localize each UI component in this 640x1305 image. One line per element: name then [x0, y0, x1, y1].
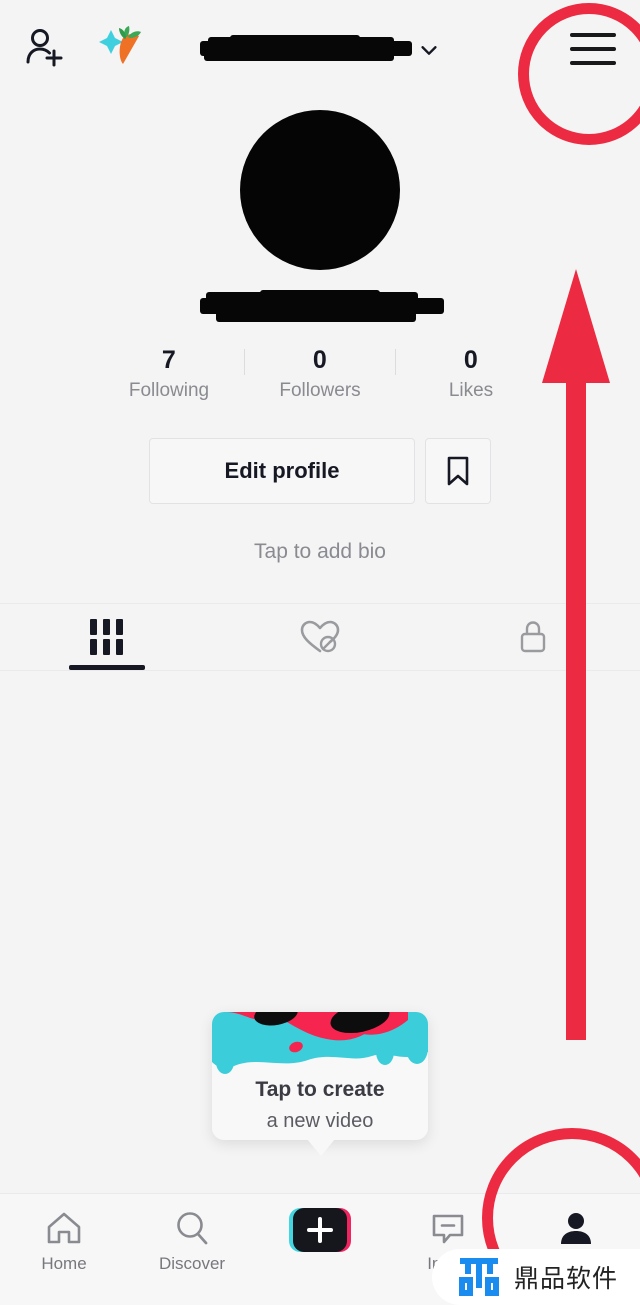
tab-liked[interactable]: [213, 604, 426, 670]
create-video-tooltip[interactable]: Tap to create a new video: [212, 1012, 428, 1140]
tab-videos[interactable]: [0, 604, 213, 670]
grid-icon: [90, 619, 124, 655]
nav-label: Discover: [158, 1254, 226, 1273]
tooltip-line-1: Tap to create: [255, 1078, 385, 1101]
annotation-arrow-up: [542, 269, 610, 1040]
chevron-down-icon[interactable]: [418, 39, 440, 61]
search-icon: [177, 1212, 208, 1245]
display-name-redaction: [200, 290, 444, 324]
watermark-text: 鼎品软件: [514, 1264, 619, 1293]
stat-label: Followers: [279, 380, 361, 401]
avatar[interactable]: [240, 110, 400, 270]
tooltip-text: Tap to create a new video: [212, 1074, 428, 1136]
tab-active-underline: [68, 665, 145, 670]
tooltip-line-2: a new video: [266, 1110, 374, 1132]
inbox-bubble-icon: [432, 1214, 464, 1244]
bookmark-button[interactable]: [425, 438, 491, 504]
stat-following[interactable]: 7 Following: [94, 345, 244, 405]
plus-icon[interactable]: [289, 1208, 351, 1252]
stat-value: 0: [463, 346, 479, 374]
watermark: 鼎品软件: [432, 1249, 640, 1305]
heart-hidden-icon: [300, 620, 340, 653]
bookmark-icon: [447, 456, 469, 486]
tooltip-tail: [307, 1139, 335, 1156]
stat-value: 0: [312, 346, 328, 374]
stat-label: Following: [128, 380, 210, 401]
stat-followers[interactable]: 0 Followers: [245, 345, 395, 405]
stat-label: Likes: [448, 380, 494, 401]
nav-item-discover[interactable]: Discover: [128, 1194, 256, 1274]
nav-item-home[interactable]: Home: [0, 1194, 128, 1274]
stat-likes[interactable]: 0 Likes: [396, 345, 546, 405]
home-icon: [47, 1212, 81, 1244]
username-redaction: [200, 35, 412, 61]
edit-profile-button[interactable]: Edit profile: [149, 438, 415, 504]
nav-item-create[interactable]: [256, 1194, 384, 1252]
watermark-logo-icon: [459, 1258, 499, 1296]
tiktok-profile-screen: 7 Following 0 Followers 0 Likes Edit pro…: [0, 0, 640, 1305]
nav-label: Home: [41, 1254, 87, 1273]
stat-value: 7: [161, 346, 177, 374]
